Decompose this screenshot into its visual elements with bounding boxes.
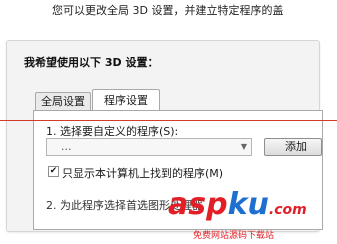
settings-question: 我希望使用以下 3D 设置： — [24, 56, 159, 69]
aspku-watermark-logo: aspku.com — [168, 190, 307, 225]
checkmark-icon: ✔ — [49, 166, 58, 176]
watermark-ku: ku — [227, 187, 269, 222]
program-select-value: ... — [61, 140, 72, 153]
intro-text: 您可以更改全局 3D 设置，并建立特定程序的盖 — [52, 4, 284, 17]
watermark-domain: .com — [268, 202, 307, 218]
watermark-asp: asp — [168, 187, 228, 222]
add-button[interactable]: 添加 — [264, 138, 322, 156]
step1-label: 1. 选择要自定义的程序(S): — [46, 125, 179, 138]
chevron-down-icon: ▼ — [240, 142, 247, 151]
watermark-subtitle: 免费网站源码下载站 — [193, 231, 275, 241]
tab-program-settings[interactable]: 程序设置 — [92, 89, 160, 110]
tab-global-settings[interactable]: 全局设置 — [35, 92, 91, 110]
show-found-programs-checkbox[interactable]: ✔ — [48, 166, 59, 177]
program-select[interactable]: ... ▼ — [46, 138, 252, 156]
show-found-programs-label[interactable]: 只显示本计算机上找到的程序(M) — [62, 165, 223, 181]
red-annotation-line — [0, 120, 337, 121]
